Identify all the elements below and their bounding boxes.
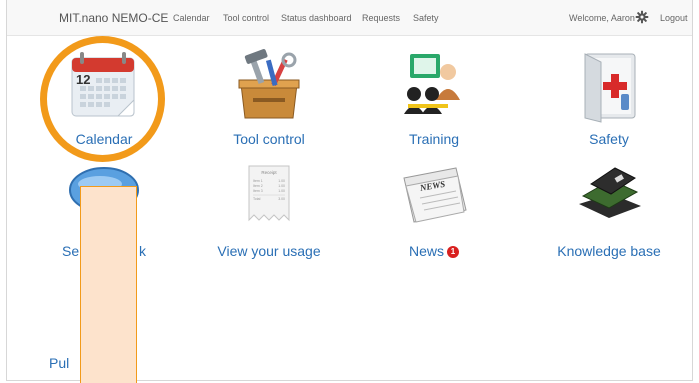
calendar-icon: 12 xyxy=(71,52,135,117)
tile-label: Training xyxy=(408,131,460,147)
nav-status-dashboard[interactable]: Status dashboard xyxy=(281,13,352,23)
svg-text:Item 1: Item 1 xyxy=(253,179,263,183)
receipt-icon: Receipt Item 1 1.00 Item 2 1.00 Item 3 1.00… xyxy=(248,165,290,222)
newspaper-icon: NEWS xyxy=(403,167,467,223)
brand-link[interactable]: MIT.nano NEMO-CE xyxy=(59,11,168,25)
nav-tool-control[interactable]: Tool control xyxy=(223,13,269,23)
svg-text:12: 12 xyxy=(76,72,90,87)
nav-calendar[interactable]: Calendar xyxy=(173,13,210,23)
news-count-badge: 1 xyxy=(447,246,459,258)
svg-text:1.00: 1.00 xyxy=(278,184,285,188)
tile-safety[interactable]: Safety xyxy=(534,48,684,153)
top-navbar: MIT.nano NEMO-CE Calendar Tool control S… xyxy=(7,0,692,36)
tile-label: Safety xyxy=(589,131,629,147)
tile-label-tail: k xyxy=(138,243,146,259)
svg-text:Receipt: Receipt xyxy=(261,170,277,175)
tile-label: Tool control xyxy=(233,131,305,147)
nav-requests[interactable]: Requests xyxy=(362,13,400,23)
tile-knowledge-base[interactable]: Knowledge base xyxy=(534,160,684,265)
tile-tool-control[interactable]: Tool control xyxy=(194,48,344,153)
svg-text:3.00: 3.00 xyxy=(278,197,285,201)
gear-icon[interactable] xyxy=(635,10,649,24)
nav-safety[interactable]: Safety xyxy=(413,13,439,23)
tile-calendar[interactable]: 12 Calendar xyxy=(29,48,179,153)
tile-training[interactable]: Training xyxy=(359,48,509,153)
tile-news[interactable]: NEWS News 1 xyxy=(359,160,509,265)
books-icon xyxy=(579,167,641,218)
tile-label: News 1 xyxy=(359,243,509,259)
svg-text:Item 2: Item 2 xyxy=(253,184,263,188)
svg-text:Item 3: Item 3 xyxy=(253,189,263,193)
tile-label: Calendar xyxy=(75,131,133,147)
first-aid-icon xyxy=(584,53,636,123)
training-icon xyxy=(404,54,460,114)
svg-text:Total: Total xyxy=(253,197,261,201)
redaction-box xyxy=(80,186,137,383)
svg-text:1.00: 1.00 xyxy=(278,179,285,183)
logout-link[interactable]: Logout xyxy=(660,13,688,23)
toolbox-icon xyxy=(238,49,300,119)
tile-label: View your usage xyxy=(217,243,321,259)
news-label: News xyxy=(408,243,444,259)
tile-label: Knowledge base xyxy=(557,243,661,259)
svg-text:1.00: 1.00 xyxy=(278,189,285,193)
welcome-text: Welcome, Aaron xyxy=(569,13,635,23)
tile-view-usage[interactable]: Receipt Item 1 1.00 Item 2 1.00 Item 3 1.00… xyxy=(194,160,344,265)
